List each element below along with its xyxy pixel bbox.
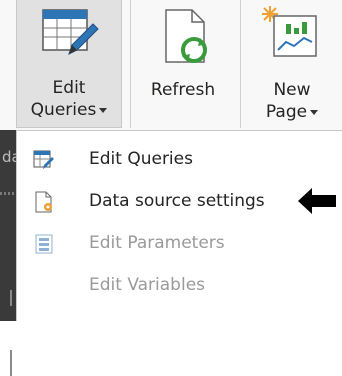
menu-item-label: Edit Parameters [89, 233, 225, 253]
menu-item-label: Edit Queries [89, 149, 193, 169]
edit-queries-label-line2: Queries [17, 100, 121, 120]
refresh-icon [165, 9, 207, 63]
canvas-strip-dots [0, 192, 16, 195]
dropdown-caret-icon [99, 107, 108, 113]
menu-item-edit-queries[interactable]: Edit Queries [17, 139, 342, 181]
new-page-button[interactable]: New Page [252, 0, 332, 128]
new-page-label-line1: New [273, 80, 311, 100]
ribbon-separator [130, 0, 131, 128]
edit-queries-dropdown-menu: Edit Queries Data source settings Edit P… [16, 130, 342, 321]
menu-item-edit-variables[interactable]: Edit Variables [17, 265, 342, 307]
dropdown-caret-icon [310, 109, 319, 115]
refresh-button[interactable]: Refresh [140, 0, 226, 128]
refresh-label: Refresh [150, 80, 216, 100]
edit-queries-button[interactable]: Edit Queries [16, 0, 122, 128]
ribbon: Edit Queries Refresh New Page [0, 0, 342, 130]
canvas-strip-mark [10, 290, 12, 306]
menu-item-label: Edit Variables [89, 275, 206, 295]
menu-item-data-source-settings[interactable]: Data source settings [17, 181, 342, 223]
canvas-strip: da [0, 130, 21, 376]
edit-queries-icon [33, 150, 54, 169]
menu-item-label: Data source settings [89, 191, 265, 211]
edit-queries-label-line1: Edit [52, 78, 86, 98]
new-page-label-line2: Page [252, 102, 332, 122]
data-source-settings-icon [35, 191, 52, 213]
edit-parameters-icon [35, 234, 53, 254]
ribbon-separator [240, 0, 241, 128]
canvas-strip-mark [10, 350, 12, 376]
new-page-icon [262, 6, 317, 57]
pointer-arrow-icon [298, 188, 336, 214]
edit-queries-large-icon [42, 9, 99, 55]
menu-item-edit-parameters[interactable]: Edit Parameters [17, 223, 342, 265]
